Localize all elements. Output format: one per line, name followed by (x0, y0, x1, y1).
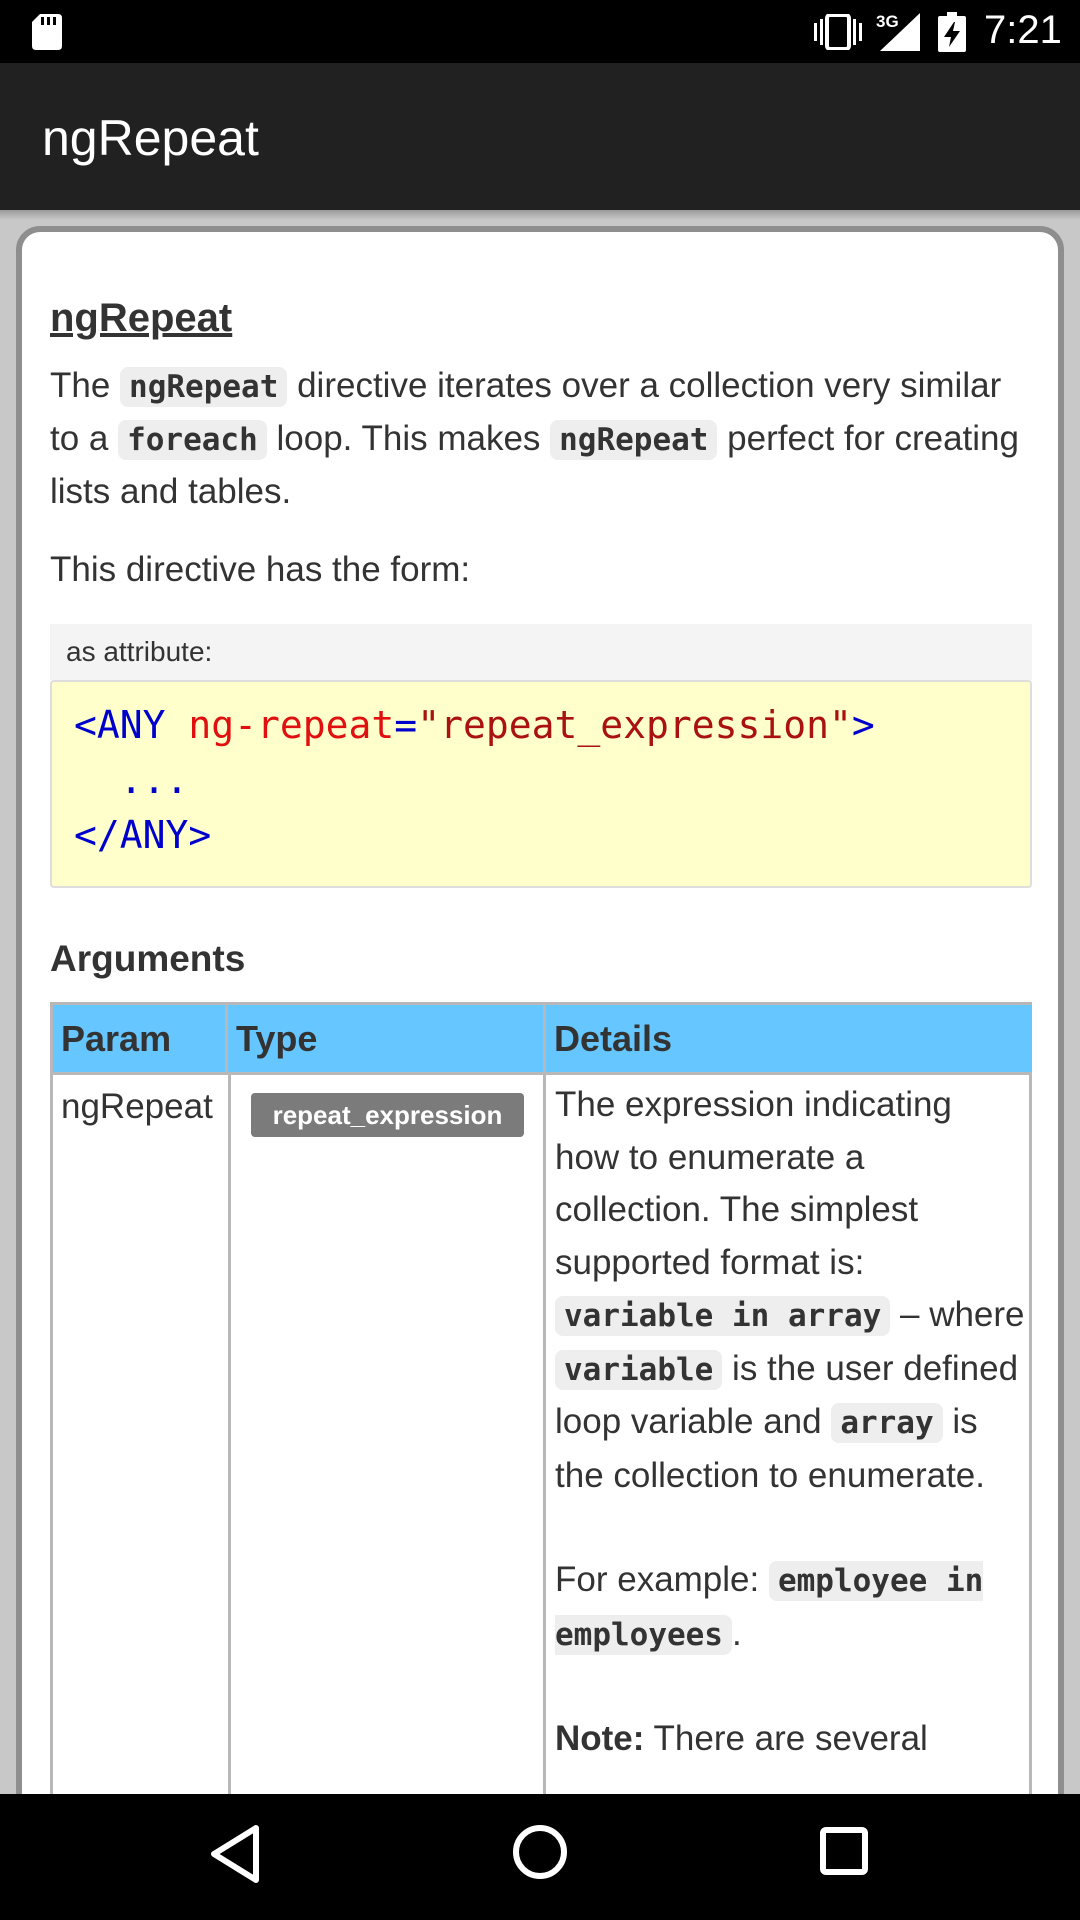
code-ellipsis: ... (74, 758, 189, 802)
status-bar: 3G 7:21 (0, 0, 1080, 63)
table-header-param: Param (53, 1005, 228, 1075)
details-text: The expression indicating how to enumera… (555, 1085, 952, 1282)
intro-paragraph: The ngRepeat directive iterates over a c… (50, 360, 1032, 518)
code-block: <ANY ng-repeat="repeat_expression"> ... … (50, 680, 1032, 888)
form-paragraph: This directive has the form: (50, 550, 471, 589)
code-attr-name: ng-repeat (188, 703, 395, 747)
doc-card: ngRepeat The ngRepeat directive iterates… (16, 226, 1064, 1826)
param-name-cell: ngRepeat (61, 1087, 213, 1126)
battery-icon (938, 12, 966, 52)
details-paragraph: The expression indicating how to enumera… (555, 1079, 1025, 1502)
example-label: For example: (555, 1560, 769, 1599)
type-badge: repeat_expression (251, 1093, 524, 1137)
page-title[interactable]: ngRepeat (50, 296, 232, 341)
home-icon[interactable] (512, 1824, 568, 1880)
sd-card-icon (32, 14, 62, 50)
inline-code: variable in array (555, 1296, 891, 1336)
details-text: – where (890, 1295, 1025, 1334)
arguments-table: Param Type Details ngRepeat repeat_expre… (50, 1002, 1032, 1820)
signal-icon (880, 13, 920, 51)
code-attr-value: "repeat_expression" (417, 703, 852, 747)
intro-text-1: The (50, 366, 121, 405)
note-text: There are several (644, 1719, 928, 1758)
example-end: . (731, 1613, 742, 1653)
intro-text-3: loop. This makes (266, 419, 551, 458)
inline-code: array (831, 1403, 943, 1443)
code-open-tag: <ANY (74, 703, 189, 747)
app-bar-shadow (0, 210, 1080, 220)
back-icon[interactable] (210, 1824, 260, 1884)
clock: 7:21 (984, 8, 1062, 52)
details-cell: The expression indicating how to enumera… (555, 1079, 1025, 1818)
code-end-tag: </ANY> (74, 813, 212, 857)
inline-code: ngRepeat (550, 420, 718, 460)
inline-code: foreach (118, 420, 267, 460)
table-header-details: Details (546, 1005, 1032, 1075)
table-header-type: Type (228, 1005, 546, 1075)
table-column-divider (228, 1075, 231, 1820)
note-label: Note: (555, 1719, 645, 1758)
code-close-bracket: > (851, 703, 875, 747)
code-label: as attribute: (50, 624, 1032, 680)
vibrate-icon (814, 14, 862, 50)
arguments-heading: Arguments (50, 938, 246, 979)
app-bar: ngRepeat (0, 63, 1080, 210)
inline-code: ngRepeat (120, 367, 288, 407)
inline-code: variable (555, 1349, 723, 1390)
recents-icon[interactable] (820, 1827, 868, 1875)
app-bar-title: ngRepeat (42, 110, 259, 166)
code-equals: = (394, 703, 418, 747)
example-paragraph: For example: employee in employees. (555, 1554, 1025, 1661)
navigation-bar (0, 1794, 1080, 1920)
table-column-divider (543, 1075, 546, 1820)
note-paragraph: Note: There are several (555, 1713, 1025, 1766)
